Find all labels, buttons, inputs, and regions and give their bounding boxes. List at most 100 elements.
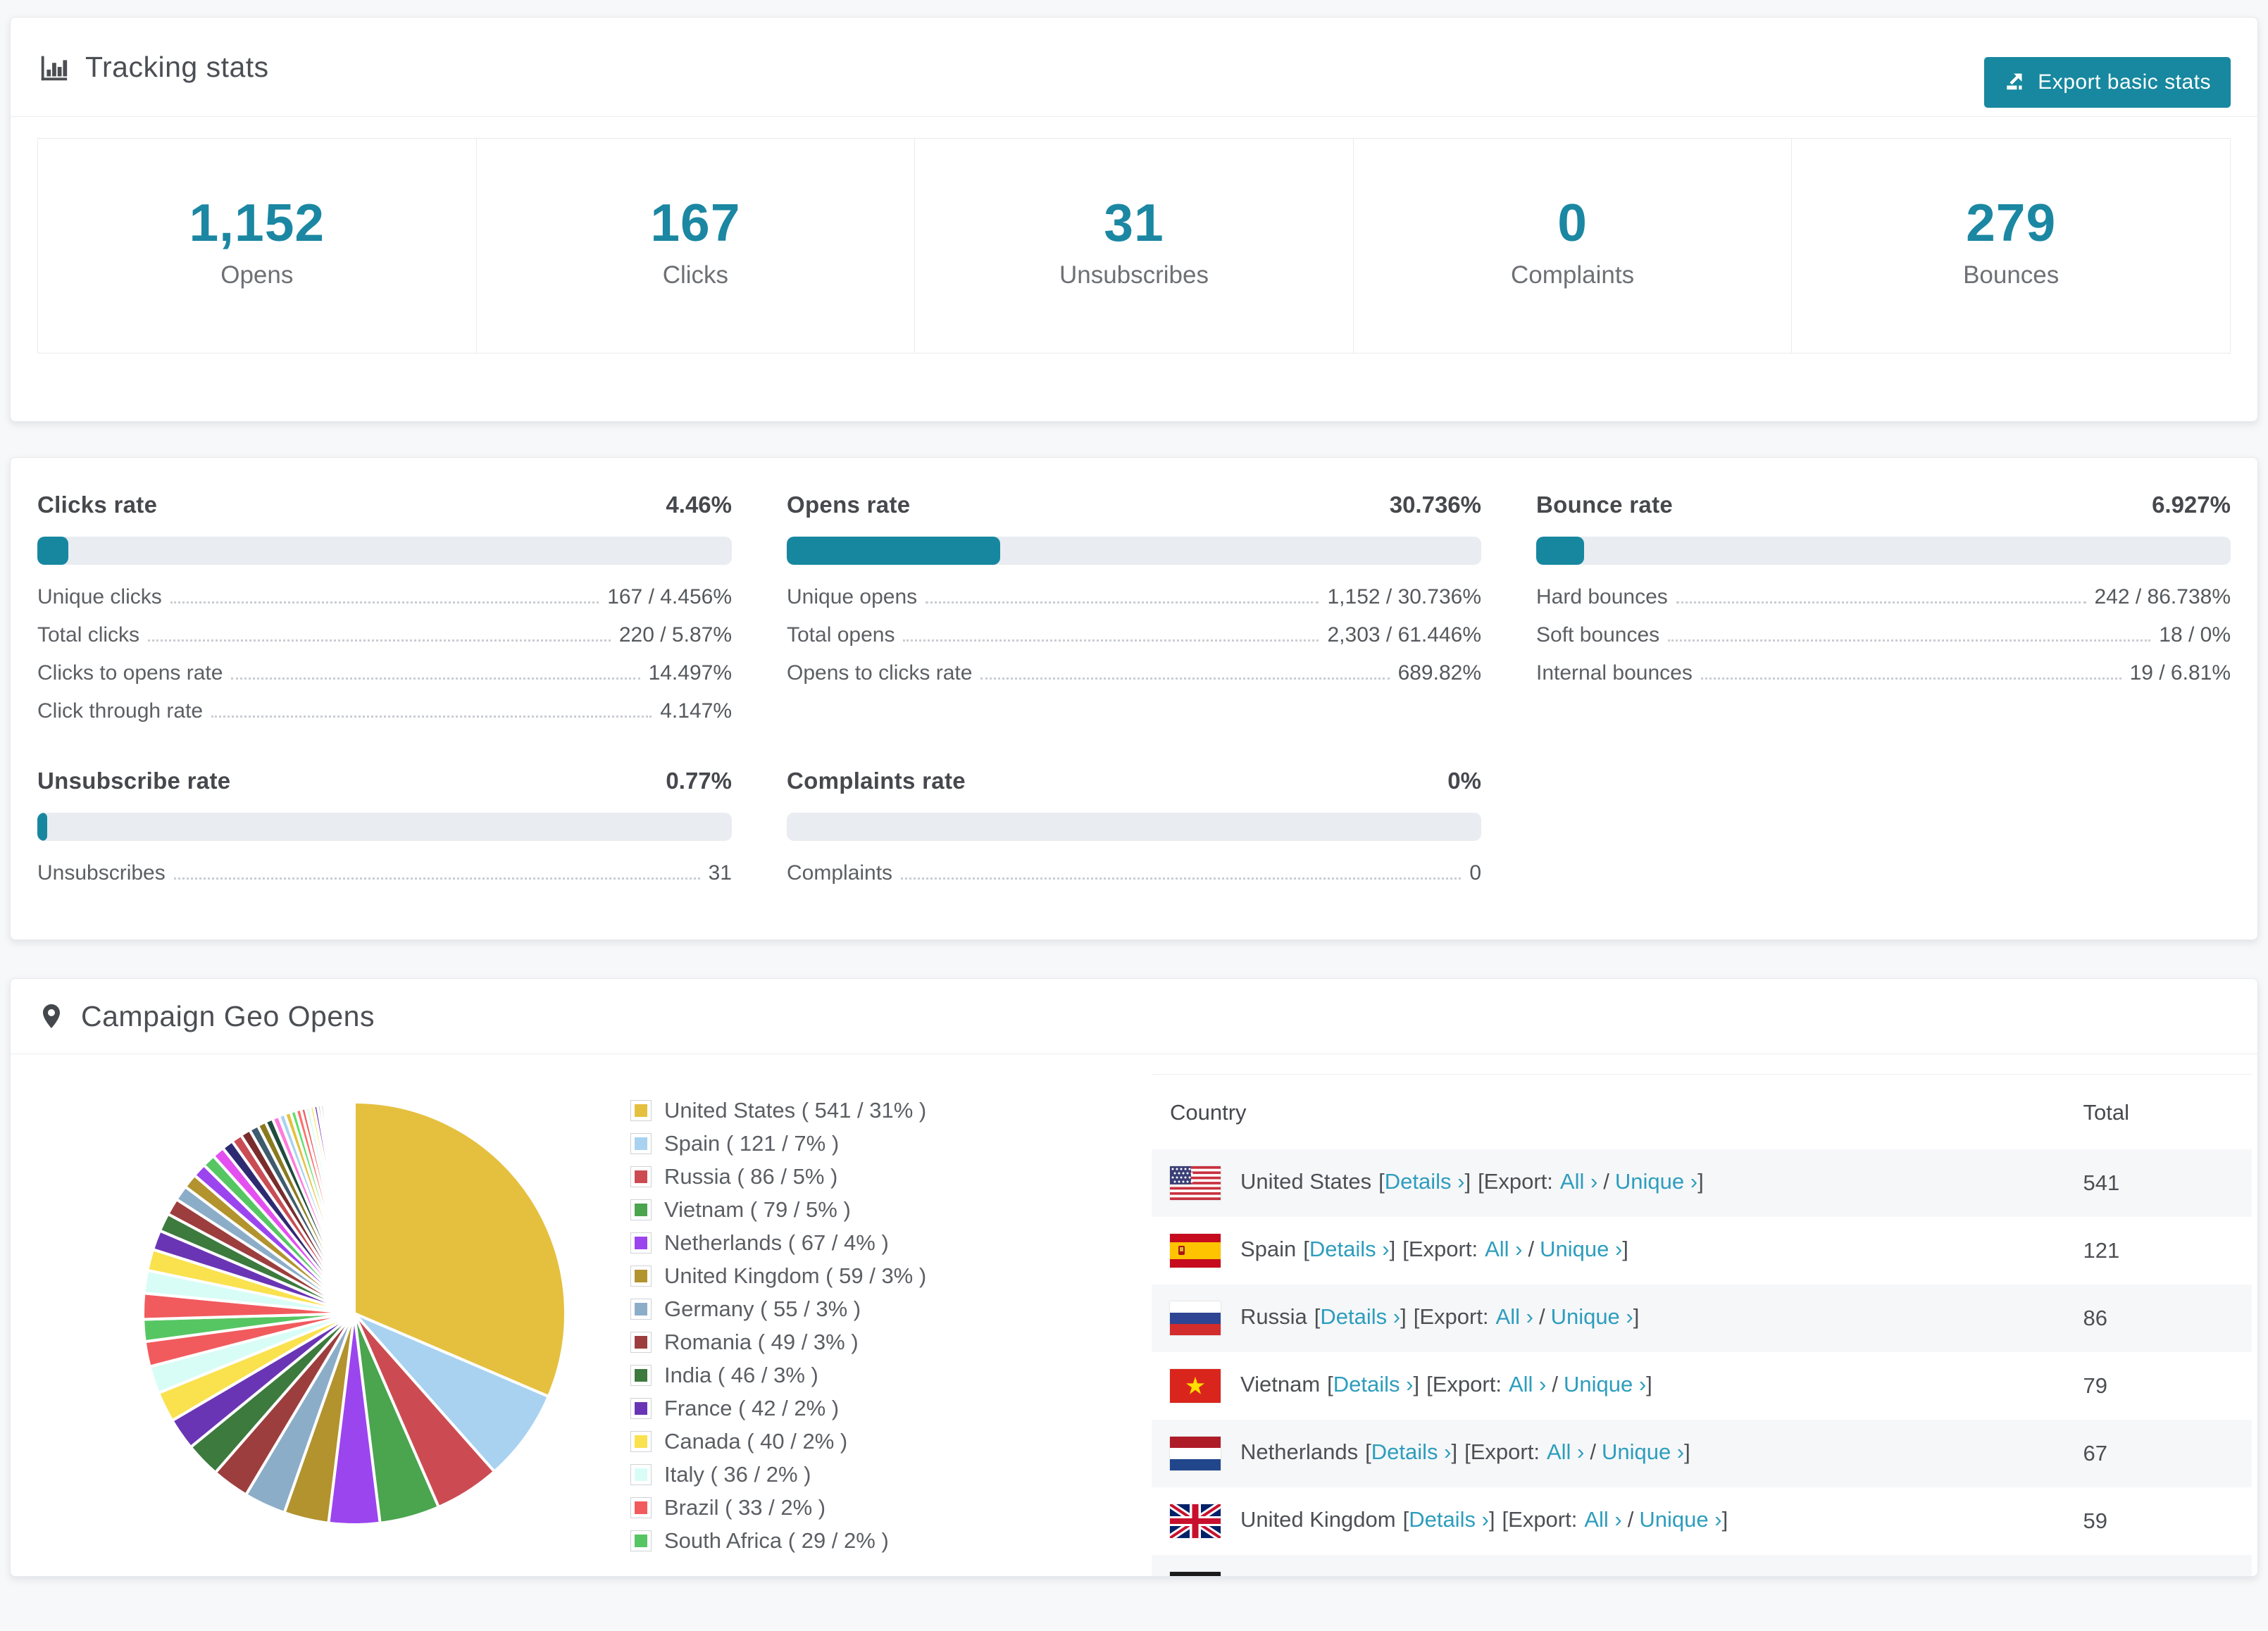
- bracket-close: ]: [1423, 1575, 1430, 1576]
- export-all-link[interactable]: All ›: [1560, 1169, 1597, 1194]
- legend-label: Spain ( 121 / 7% ): [664, 1131, 840, 1156]
- geo-opens-header: Campaign Geo Opens: [11, 979, 2257, 1054]
- country-line: Spain [Details ›] [Export: All › / Unique ›]: [1240, 1237, 1628, 1261]
- flag-us-icon: [1170, 1166, 1221, 1200]
- country-name: Spain: [1240, 1237, 1297, 1262]
- export-all-link[interactable]: All ›: [1509, 1372, 1546, 1396]
- progress-bar-fill: [1536, 537, 1585, 565]
- bracket-close: ]: [1400, 1304, 1407, 1330]
- bracket-close: ]: [1488, 1507, 1495, 1532]
- page: Tracking stats Export basic stats 1,152 O…: [0, 17, 2268, 1577]
- legend-label: Romania ( 49 / 3% ): [664, 1330, 859, 1354]
- progress-bar: [787, 537, 1481, 565]
- legend-label: South Africa ( 29 / 2% ): [664, 1528, 889, 1553]
- rate-stat-label: Unique opens: [787, 585, 918, 608]
- legend-item: India ( 46 / 3% ): [630, 1363, 1152, 1388]
- details-link[interactable]: Details ›: [1371, 1439, 1452, 1464]
- rate-head: Bounce rate 6.927%: [1536, 492, 2231, 518]
- rate-stat-row: Unique clicks 167 / 4.456%: [37, 586, 732, 608]
- geo-opens-title: Campaign Geo Opens: [81, 999, 375, 1032]
- export-all-link[interactable]: All ›: [1547, 1439, 1584, 1464]
- geo-table-header-row: Country Total: [1152, 1074, 2252, 1149]
- country-line: Netherlands [Details ›] [Export: All › / Uniq…: [1240, 1439, 1690, 1464]
- rate-stat-row: Total clicks 220 / 5.87%: [37, 624, 732, 646]
- export-all-link[interactable]: All ›: [1584, 1507, 1621, 1532]
- legend-label: Canada ( 40 / 2% ): [664, 1429, 848, 1454]
- rate-stat-value: 18 / 0%: [2159, 623, 2231, 646]
- legend-item: Russia ( 86 / 5% ): [630, 1164, 1152, 1189]
- progress-bar-fill: [37, 813, 47, 841]
- stat-box-clicks: 167 Clicks: [475, 138, 916, 354]
- legend-swatch: [630, 1266, 652, 1287]
- geo-total-cell: 67: [2083, 1441, 2107, 1466]
- rate-stat-value: 31: [708, 861, 732, 885]
- geo-total-cell: 55: [2064, 1555, 2252, 1576]
- legend-item: Spain ( 121 / 7% ): [630, 1131, 1152, 1156]
- export-all-link[interactable]: All ›: [1519, 1575, 1556, 1576]
- details-link[interactable]: Details ›: [1309, 1237, 1390, 1261]
- rate-stat-row: Complaints 0: [787, 862, 1481, 885]
- legend-label: Vietnam ( 79 / 5% ): [664, 1197, 851, 1222]
- progress-bar: [1536, 537, 2231, 565]
- geo-table-row-de: Germany [Details ›] [Export: All › / Unique ›…: [1152, 1555, 2252, 1576]
- rate-stat-label: Complaints: [787, 861, 893, 885]
- country-name: Germany: [1240, 1575, 1330, 1576]
- geo-total-cell: 79: [2083, 1373, 2107, 1398]
- stat-value: 0: [1557, 193, 1588, 252]
- rate-stat-value: 14.497%: [648, 661, 732, 685]
- details-link[interactable]: Details ›: [1409, 1507, 1489, 1532]
- country-line: Vietnam [Details ›] [Export: All › / Unique ›…: [1240, 1372, 1652, 1396]
- legend-item: Brazil ( 33 / 2% ): [630, 1495, 1152, 1520]
- rate-stat-label: Clicks to opens rate: [37, 661, 223, 685]
- details-link[interactable]: Details ›: [1385, 1169, 1465, 1194]
- geo-total-cell: 121: [2083, 1238, 2120, 1263]
- legend-item: United States ( 541 / 31% ): [630, 1098, 1152, 1123]
- bracket-close: ]: [1389, 1237, 1396, 1262]
- stat-box-unsubscribes: 31 Unsubscribes: [914, 138, 1354, 354]
- export-unique-link[interactable]: Unique ›: [1564, 1372, 1646, 1396]
- export-unique-link[interactable]: Unique ›: [1602, 1439, 1684, 1464]
- export-unique-link[interactable]: Unique ›: [1551, 1304, 1633, 1329]
- export-icon: [2004, 68, 2028, 97]
- export-unique-link[interactable]: Unique ›: [1540, 1237, 1622, 1261]
- flag-vn-icon: [1170, 1369, 1221, 1403]
- export-unique-link[interactable]: Unique ›: [1615, 1169, 1697, 1194]
- country-name: Netherlands: [1240, 1439, 1359, 1465]
- legend-swatch: [630, 1299, 652, 1320]
- legend-item: Italy ( 36 / 2% ): [630, 1462, 1152, 1487]
- rate-stat-value: 242 / 86.738%: [2094, 585, 2231, 608]
- stat-value: 279: [1966, 193, 2057, 252]
- stat-label: Opens: [220, 261, 294, 289]
- rate-stat-row: Hard bounces 242 / 86.738%: [1536, 586, 2231, 608]
- legend-label: India ( 46 / 3% ): [664, 1363, 818, 1387]
- rate-percentage: 4.46%: [666, 492, 732, 518]
- legend-swatch: [630, 1431, 652, 1452]
- legend-swatch: [630, 1100, 652, 1121]
- export-all-link[interactable]: All ›: [1485, 1237, 1522, 1261]
- details-link[interactable]: Details ›: [1333, 1372, 1414, 1396]
- export-unique-link[interactable]: Unique ›: [1639, 1507, 1721, 1532]
- export-prefix: [Export:: [1426, 1372, 1502, 1397]
- rate-stat-row: Unique opens 1,152 / 30.736%: [787, 586, 1481, 608]
- details-link[interactable]: Details ›: [1343, 1575, 1423, 1576]
- geo-country-cell: Netherlands [Details ›] [Export: All › / Uniq…: [1152, 1420, 2064, 1487]
- legend-swatch: [630, 1232, 652, 1254]
- geo-pie-legend: United States ( 541 / 31% ) Spain ( 121 /…: [630, 1098, 1152, 1561]
- details-link[interactable]: Details ›: [1320, 1304, 1400, 1329]
- rate-block-3: Unsubscribe rate 0.77% Unsubscribes 31: [37, 768, 732, 885]
- country-name: United States: [1240, 1169, 1372, 1194]
- export-unique-link[interactable]: Unique ›: [1574, 1575, 1656, 1576]
- rate-rows: Hard bounces 242 / 86.738% Soft bounces 18 …: [1536, 586, 2231, 685]
- rate-rows: Unique opens 1,152 / 30.736% Total opens 2,…: [787, 586, 1481, 685]
- export-all-link[interactable]: All ›: [1496, 1304, 1533, 1329]
- bracket-close: ]: [1451, 1439, 1458, 1465]
- export-prefix: [Export:: [1402, 1237, 1478, 1262]
- legend-label: United Kingdom ( 59 / 3% ): [664, 1263, 927, 1288]
- geo-country-cell: Russia [Details ›] [Export: All › / Unique ›]: [1152, 1285, 2064, 1352]
- rate-title: Complaints rate: [787, 768, 966, 794]
- legend-label: United States ( 541 / 31% ): [664, 1098, 927, 1123]
- legend-swatch: [630, 1464, 652, 1485]
- export-basic-stats-button[interactable]: Export basic stats: [1984, 57, 2231, 108]
- stat-label: Bounces: [1963, 261, 2060, 289]
- geo-table-row-vn: Vietnam [Details ›] [Export: All › / Unique ›…: [1152, 1352, 2252, 1420]
